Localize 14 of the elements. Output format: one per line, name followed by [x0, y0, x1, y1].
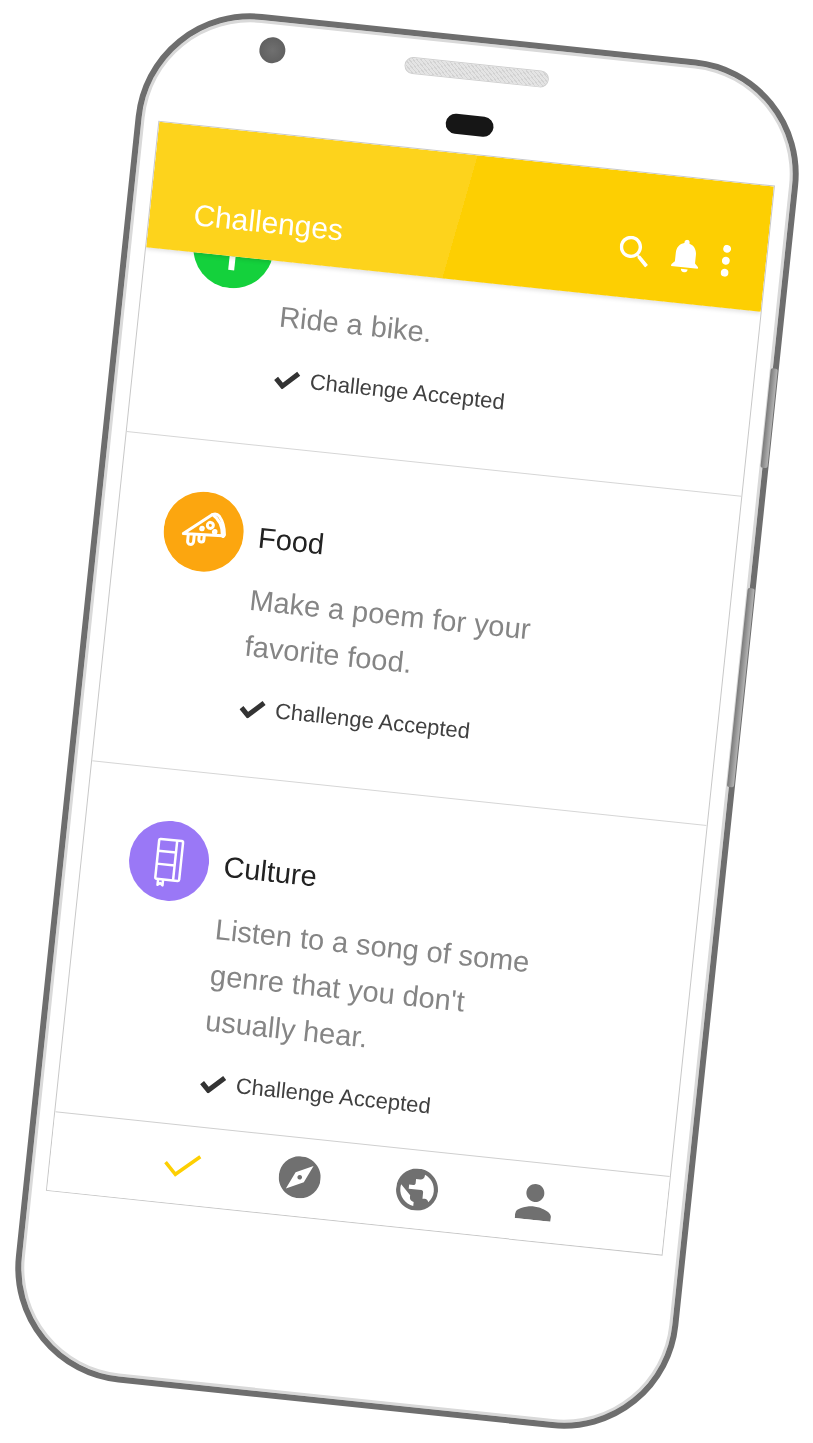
status-label: Challenge Accepted	[308, 369, 506, 416]
status-label: Challenge Accepted	[234, 1073, 432, 1120]
globe-icon[interactable]	[394, 1166, 441, 1213]
status-label: Challenge Accepted	[273, 698, 472, 745]
earpiece-icon	[444, 112, 495, 138]
app-bar-title: Challenges	[191, 198, 345, 248]
compass-icon[interactable]	[276, 1154, 323, 1201]
card-title: Culture	[222, 850, 319, 893]
challenge-text: Ride a bike.	[277, 299, 435, 351]
challenge-text: Make a poem for your favorite food.	[242, 583, 533, 682]
card-title: Food	[256, 521, 326, 561]
more-options-icon[interactable]	[720, 244, 732, 277]
challenge-text: Listen to a song of some genre that you don't usually hear.	[203, 912, 533, 1056]
bell-icon[interactable]	[670, 238, 701, 274]
